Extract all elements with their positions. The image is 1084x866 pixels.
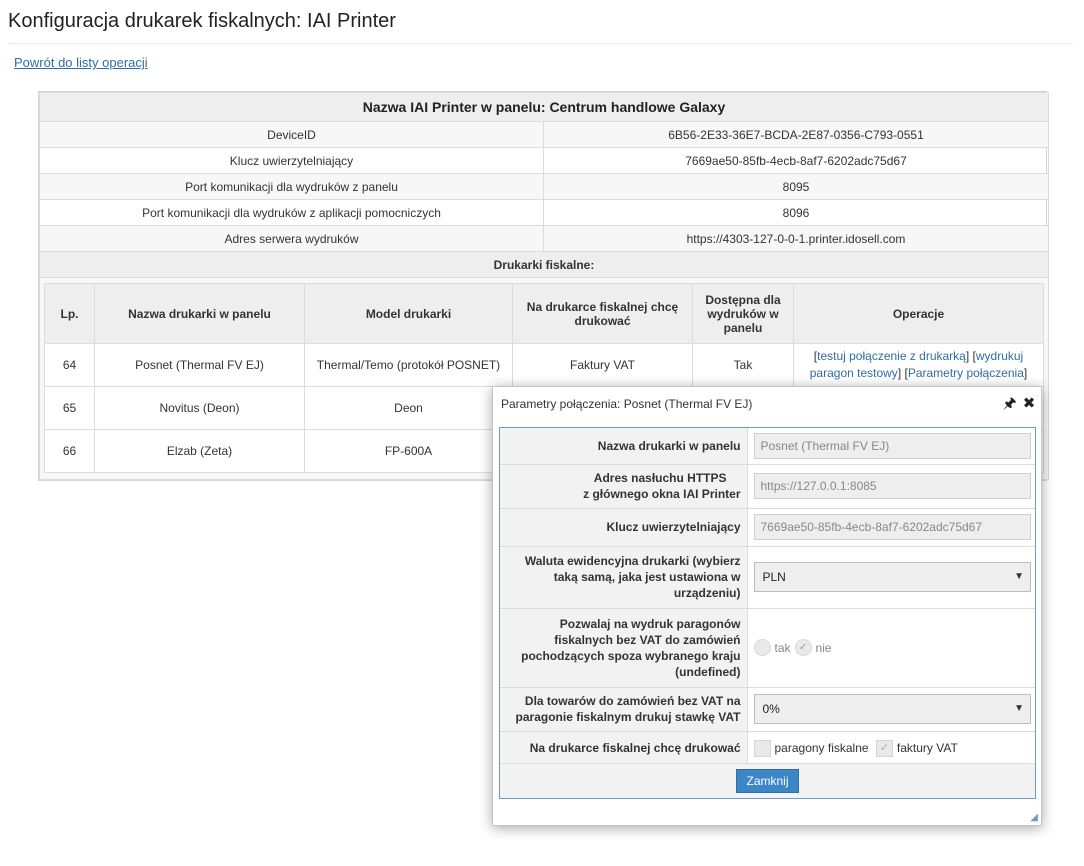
info-row: Port komunikacji dla wydruków z aplikacj…	[39, 199, 1049, 226]
dialog-footer: Zamknij	[500, 763, 1035, 798]
printer-name-header: Nazwa IAI Printer w panelu: Centrum hand…	[39, 92, 1049, 122]
connection-params-dialog: Parametry połączenia: Posnet (Thermal FV…	[492, 386, 1042, 826]
auth-key-input[interactable]	[753, 514, 1031, 540]
chevron-down-icon: ▼	[1014, 571, 1024, 582]
table-header-row: Lp. Nazwa drukarki w panelu Model drukar…	[44, 283, 1044, 344]
printer-model: Deon	[304, 386, 513, 430]
info-row: Klucz uwierzytelniający 7669ae50-85fb-4e…	[39, 147, 1049, 174]
page-title: Konfiguracja drukarek fiskalnych: IAI Pr…	[8, 10, 1074, 44]
info-label: DeviceID	[39, 121, 544, 148]
field-label: Adres nasłuchu HTTPS z głównego okna IAI …	[500, 464, 748, 509]
connection-params-link[interactable]: Parametry połączenia	[908, 366, 1024, 380]
dialog-body: Nazwa drukarki w panelu Adres nasłuchu H…	[499, 427, 1036, 799]
currency-selected-value: PLN	[762, 570, 786, 584]
https-address-input[interactable]	[753, 473, 1031, 499]
dialog-title[interactable]: Parametry połączenia: Posnet (Thermal FV…	[493, 387, 1041, 421]
field-label: Waluta ewidencyjna drukarki (wybierz tak…	[500, 546, 748, 609]
column-header: Dostępna dla wydruków w panelu	[692, 283, 794, 344]
receipts-checkbox[interactable]	[753, 739, 771, 757]
back-to-operations-link[interactable]: Powrót do listy operacji	[14, 55, 148, 70]
printer-name: Posnet (Thermal FV EJ)	[94, 343, 305, 387]
form-row: Dla towarów do zamówień bez VAT na parag…	[500, 687, 1035, 732]
close-icon[interactable]: ✖	[1021, 394, 1037, 412]
column-header: Na drukarce fiskalnej chcę drukować	[512, 283, 693, 344]
printer-name: Novitus (Deon)	[94, 386, 305, 430]
form-row: Nazwa drukarki w panelu	[500, 428, 1035, 465]
resize-handle-icon[interactable]: ◢	[1030, 812, 1038, 823]
dialog-title-icons: 🖈 ✖	[1002, 393, 1037, 412]
column-header: Model drukarki	[304, 283, 513, 344]
field-label: Klucz uwierzytelniający	[500, 508, 748, 547]
form-row: Pozwalaj na wydruk paragonów fiskalnych …	[500, 608, 1035, 688]
invoices-label: faktury VAT	[896, 741, 958, 755]
form-row: Na drukarce fiskalnej chcę drukować para…	[500, 731, 1035, 766]
info-value: 6B56-2E33-36E7-BCDA-2E87-0356-C793-0551	[543, 121, 1049, 148]
close-button[interactable]: Zamknij	[736, 769, 799, 793]
fiscal-printers-subheader: Drukarki fiskalne:	[39, 251, 1049, 278]
column-header: Nazwa drukarki w panelu	[94, 283, 305, 344]
printer-model: Thermal/Temo (protokół POSNET)	[304, 343, 513, 387]
form-row: Klucz uwierzytelniający	[500, 508, 1035, 547]
info-row: DeviceID 6B56-2E33-36E7-BCDA-2E87-0356-C…	[39, 121, 1049, 148]
printer-available: Tak	[692, 343, 794, 387]
info-row: Port komunikacji dla wydruków z panelu 8…	[39, 173, 1049, 200]
info-value: 7669ae50-85fb-4ecb-8af7-6202adc75d67	[543, 147, 1049, 174]
printer-lp: 65	[44, 386, 95, 430]
info-label: Adres serwera wydruków	[39, 225, 544, 252]
info-row: Adres serwera wydruków https://4303-127-…	[39, 225, 1049, 252]
field-label: Dla towarów do zamówień bez VAT na parag…	[500, 687, 748, 732]
vat-rate-select[interactable]: 0% ▼	[753, 694, 1031, 724]
chevron-down-icon: ▼	[1014, 703, 1024, 714]
https-label-line1: Adres nasłuchu HTTPS	[593, 471, 727, 485]
printer-lp: 64	[44, 343, 95, 387]
info-label: Port komunikacji dla wydruków z panelu	[39, 173, 544, 200]
test-connection-link[interactable]: testuj połączenie z drukarką	[817, 349, 966, 363]
table-row: 64 Posnet (Thermal FV EJ) Thermal/Temo (…	[44, 343, 1044, 387]
info-value: 8095	[543, 173, 1049, 200]
receipts-label: paragony fiskalne	[774, 741, 869, 755]
pin-icon[interactable]: 🖈	[1002, 393, 1018, 412]
invoices-checkbox[interactable]: ✓	[875, 739, 893, 757]
novat-no-radio[interactable]: ✓	[794, 639, 812, 656]
novat-yes-radio[interactable]	[753, 639, 771, 656]
form-row: Waluta ewidencyjna drukarki (wybierz tak…	[500, 546, 1035, 609]
info-value: https://4303-127-0-0-1.printer.idosell.c…	[543, 225, 1049, 252]
field-label: Pozwalaj na wydruk paragonów fiskalnych …	[500, 608, 748, 688]
column-header: Lp.	[44, 283, 95, 344]
printer-print-type: Faktury VAT	[512, 343, 693, 387]
printer-name-input[interactable]	[753, 432, 1031, 459]
printer-model: FP-600A	[304, 429, 513, 473]
connection-form: Nazwa drukarki w panelu Adres nasłuchu H…	[500, 428, 1035, 766]
currency-select[interactable]: PLN ▼	[753, 562, 1031, 592]
https-label-line2: z głównego okna IAI Printer	[583, 487, 741, 501]
info-label: Port komunikacji dla wydruków z aplikacj…	[39, 199, 544, 226]
info-label: Klucz uwierzytelniający	[39, 147, 544, 174]
printer-name: Elzab (Zeta)	[94, 429, 305, 473]
column-header: Operacje	[793, 283, 1044, 344]
field-label: Nazwa drukarki w panelu	[500, 428, 748, 465]
info-value: 8096	[543, 199, 1049, 226]
novat-yes-label: tak	[774, 640, 791, 655]
printer-operations: [testuj połączenie z drukarką] [wydrukuj…	[793, 343, 1044, 387]
printer-lp: 66	[44, 429, 95, 473]
novat-no-label: nie	[815, 640, 832, 655]
vat-rate-selected-value: 0%	[762, 702, 780, 716]
form-row: Adres nasłuchu HTTPS z głównego okna IAI …	[500, 464, 1035, 509]
field-label: Na drukarce fiskalnej chcę drukować	[500, 731, 748, 766]
